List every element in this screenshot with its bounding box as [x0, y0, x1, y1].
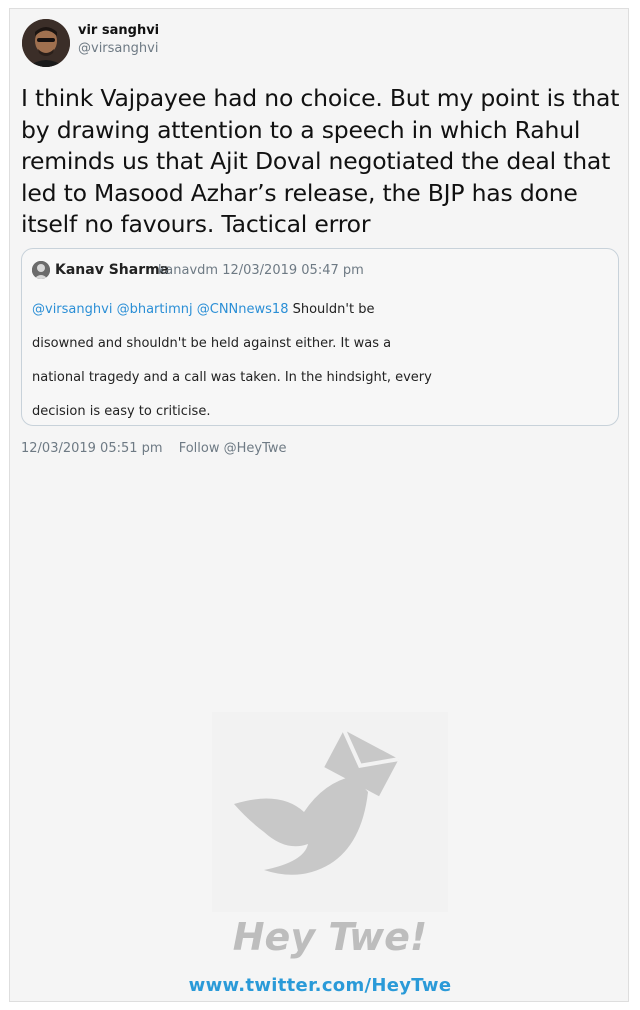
mention-link[interactable]: @virsanghvi [32, 302, 112, 317]
watermark-brand: Hey Twe! [233, 915, 427, 959]
author-avatar[interactable] [22, 19, 70, 67]
follow-link[interactable]: Follow @HeyTwe [179, 441, 287, 456]
person-icon [22, 19, 70, 67]
tweet-text: I think Vajpayee had no choice. But my p… [21, 84, 620, 238]
mention-link[interactable]: @CNNnews18 [197, 302, 289, 317]
quoted-tweet[interactable]: Kanav Sharma kanavdm 12/03/2019 05:47 pm… [21, 248, 619, 426]
heytwe-watermark: Hey Twe! [212, 712, 448, 980]
quoted-author-avatar[interactable] [32, 261, 50, 279]
quoted-line-4: decision is easy to criticise. [32, 404, 211, 419]
tweet-timestamp[interactable]: 12/03/2019 05:51 pm [21, 441, 163, 456]
quoted-text-fragment: Shouldn't be [292, 302, 375, 317]
quoted-line-1: @virsanghvi @bhartimnj @CNNnews18 Should… [32, 293, 592, 327]
person-icon [32, 261, 50, 279]
quoted-line-3: national tragedy and a call was taken. I… [32, 370, 432, 385]
watermark-url[interactable]: www.twitter.com/HeyTwe [0, 975, 640, 996]
author-name[interactable]: vir sanghvi [78, 23, 159, 38]
mention-link[interactable]: @bhartimnj [117, 302, 193, 317]
author-handle[interactable]: @virsanghvi [78, 41, 158, 56]
quoted-tweet-text: @virsanghvi @bhartimnj @CNNnews18 Should… [32, 293, 592, 429]
quoted-line-2: disowned and shouldn't be held against e… [32, 336, 392, 351]
quoted-author-meta: kanavdm 12/03/2019 05:47 pm [158, 263, 364, 278]
tweet-footer: 12/03/2019 05:51 pm Follow @HeyTwe [21, 441, 287, 456]
heytwe-logo-icon: Hey Twe! [212, 712, 448, 959]
quoted-author-name[interactable]: Kanav Sharma [55, 262, 169, 278]
